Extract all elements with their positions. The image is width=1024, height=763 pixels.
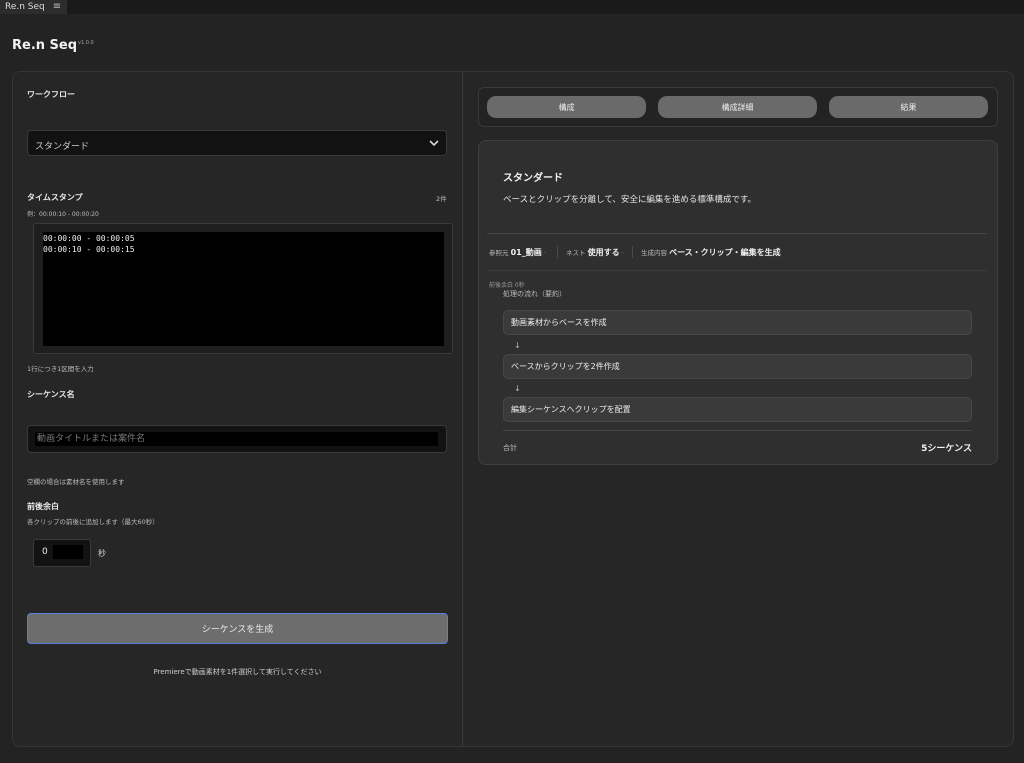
hamburger-icon[interactable]: ≡ <box>53 0 61 14</box>
arrow-down-icon: ↓ <box>514 341 521 350</box>
generate-sequence-button[interactable]: シーケンスを生成 <box>27 613 448 644</box>
app-title: Re.n Seqv1.0.0 <box>12 38 94 53</box>
panel-tab-label: Re.n Seq <box>5 2 45 12</box>
meta-nest-value: 使用する <box>587 248 620 257</box>
meta-source-value: 01_動画 <box>510 248 542 257</box>
column-divider <box>462 72 463 746</box>
card-divider <box>487 270 987 271</box>
meta-nest-label: ネスト <box>566 249 586 257</box>
sequence-name-label: シーケンス名 <box>27 390 75 399</box>
padding-help: 各クリップの前後に追加します（最大60秒） <box>27 518 159 526</box>
panel-tab[interactable]: Re.n Seq ≡ <box>0 0 68 14</box>
footer-hint: Premiereで動画素材を1件選択して実行してください <box>153 668 322 676</box>
flow-step: ベースからクリップを2件作成 <box>503 354 972 379</box>
meta-output-label: 生成内容 <box>641 249 667 257</box>
timestamps-label: タイムスタンプ <box>27 193 83 202</box>
card-divider <box>503 430 972 431</box>
meta-nest: ネスト 使用する · <box>566 247 624 258</box>
flow-step: 編集シーケンスへクリップを配置 <box>503 397 972 422</box>
app-name: Re.n Seq <box>12 38 78 53</box>
app-version: v1.0.0 <box>78 40 94 46</box>
timestamps-count: 2件 <box>436 195 447 203</box>
meta-dot: · <box>541 249 546 257</box>
timestamp-line: 00:00:00 - 00:00:05 <box>43 234 135 243</box>
timestamp-line: 00:00:10 - 00:00:15 <box>43 245 135 254</box>
arrow-down-icon: ↓ <box>514 384 521 393</box>
flow-title: 処理の流れ（要約） <box>503 290 566 298</box>
window-titlebar <box>0 0 1024 14</box>
card-description: ベースとクリップを分離して、安全に編集を進める標準構成です。 <box>503 195 757 205</box>
padding-unit: 秒 <box>98 549 106 558</box>
padding-note: 前後余白 0秒 <box>489 282 525 289</box>
tab-structure[interactable]: 構成 <box>487 96 646 118</box>
timestamps-help: 1行につき1区間を入力 <box>27 365 94 373</box>
padding-value: 0 <box>42 547 48 557</box>
meta-source: 参照元 01_動画 · <box>489 247 546 258</box>
flow-step: 動画素材からベースを作成 <box>503 310 972 335</box>
card-divider <box>487 233 987 234</box>
sequence-name-help: 空欄の場合は素材名を使用します <box>27 478 125 486</box>
chevron-down-icon <box>429 140 439 147</box>
meta-separator <box>632 246 633 258</box>
workflow-select[interactable]: スタンダード <box>27 130 447 156</box>
meta-dot: · <box>619 249 624 257</box>
meta-output: 生成内容 ベース・クリップ・編集を生成 <box>641 247 781 258</box>
tab-structure-detail[interactable]: 構成詳細 <box>658 96 817 118</box>
card-title: スタンダード <box>503 173 563 184</box>
workflow-label: ワークフロー <box>27 90 75 99</box>
timestamps-example: 例：00:00:10 - 00:00:20 <box>27 211 99 218</box>
total-label: 合計 <box>503 444 517 452</box>
workflow-selected-value: スタンダード <box>35 142 90 152</box>
padding-input-fill <box>53 545 83 559</box>
total-value: 5シーケンス <box>921 444 972 454</box>
padding-label: 前後余白 <box>27 502 59 511</box>
meta-source-label: 参照元 <box>489 249 509 257</box>
meta-separator <box>557 246 558 258</box>
meta-output-value: ベース・クリップ・編集を生成 <box>669 248 781 257</box>
sequence-name-placeholder[interactable]: 動画タイトルまたは案件名 <box>35 432 438 446</box>
tab-result[interactable]: 結果 <box>829 96 988 118</box>
